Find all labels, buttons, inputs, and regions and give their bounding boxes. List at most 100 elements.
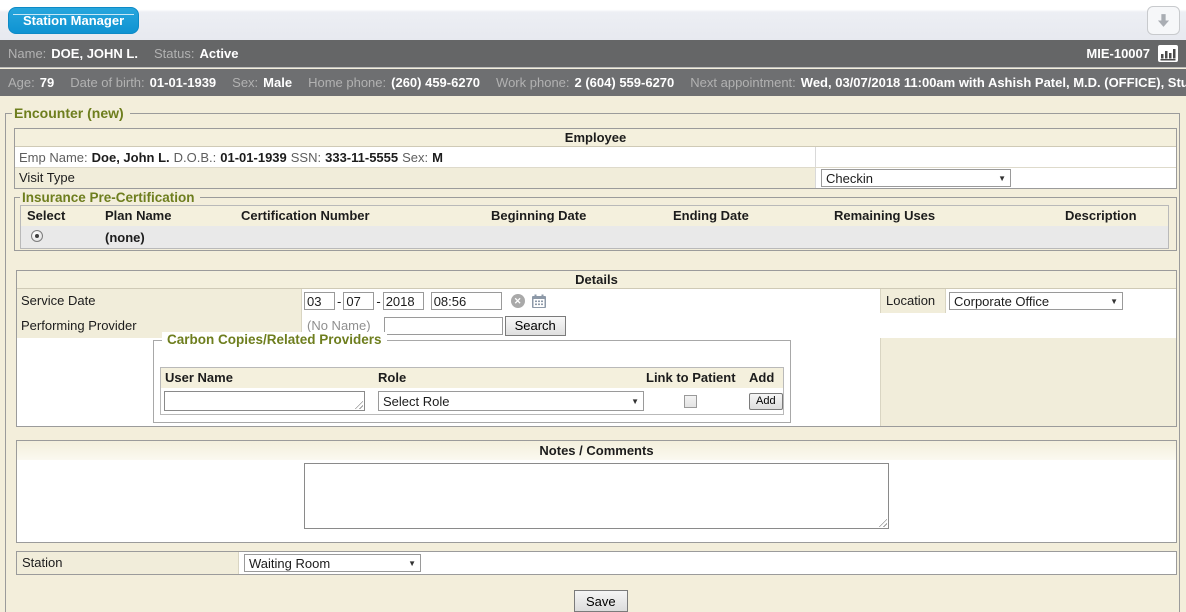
patient-name: DOE, JOHN L. <box>51 46 138 61</box>
emp-name-label: Emp Name: <box>19 150 88 165</box>
save-button[interactable]: Save <box>574 590 628 612</box>
col-description: Description <box>1061 206 1168 226</box>
patient-status: Active <box>199 46 238 61</box>
carbon-copies-legend: Carbon Copies/Related Providers <box>162 332 387 347</box>
work-phone-value: 2 (604) 559-6270 <box>575 75 675 90</box>
col-remaining-uses: Remaining Uses <box>830 206 1061 226</box>
download-icon <box>1156 13 1171 28</box>
service-date-row: Service Date - - ✕ Location Corporate Of… <box>17 289 1176 313</box>
location-cell: Corporate Office ▼ <box>946 289 1176 313</box>
calendar-icon[interactable] <box>531 294 547 309</box>
visit-type-label: Visit Type <box>15 168 816 188</box>
patient-bar: Name: DOE, JOHN L. Status: Active MIE-10… <box>0 40 1186 68</box>
station-section: Station Waiting Room ▼ <box>16 551 1177 575</box>
details-header: Details <box>17 271 1176 289</box>
download-button[interactable] <box>1147 6 1180 35</box>
details-right-filler <box>880 338 1176 426</box>
employee-info-cell: Emp Name: Doe, John L. D.O.B.: 01-01-193… <box>15 147 816 167</box>
home-phone-label: Home phone: <box>308 75 386 90</box>
dob-value: 01-01-1939 <box>150 75 217 90</box>
sex-value: Male <box>263 75 292 90</box>
service-month-input[interactable] <box>304 292 335 310</box>
insurance-section: Select Plan Name Certification Number Be… <box>14 197 1177 251</box>
carbon-header-row: User Name Role Link to Patient Add <box>161 368 783 388</box>
role-select[interactable]: Select Role ▼ <box>378 391 644 411</box>
col-cert-number: Certification Number <box>237 206 487 226</box>
add-provider-button[interactable]: Add <box>749 393 783 410</box>
col-add: Add <box>746 368 783 388</box>
station-manager-button[interactable]: Station Manager <box>8 7 139 34</box>
provider-search-button[interactable]: Search <box>505 316 566 336</box>
notes-section: Notes / Comments <box>16 440 1177 543</box>
service-day-input[interactable] <box>343 292 374 310</box>
insurance-table: Select Plan Name Certification Number Be… <box>20 205 1169 249</box>
precert-none-radio[interactable] <box>31 230 43 242</box>
role-selected: Select Role <box>383 394 449 409</box>
location-label: Location <box>880 289 946 313</box>
insurance-header-row: Select Plan Name Certification Number Be… <box>21 206 1168 226</box>
provider-search-input[interactable] <box>384 317 503 335</box>
work-phone-label: Work phone: <box>496 75 569 90</box>
insurance-legend: Insurance Pre-Certification <box>20 190 200 205</box>
chevron-down-icon: ▼ <box>998 174 1006 183</box>
col-beginning-date: Beginning Date <box>487 206 669 226</box>
top-bar: Station Manager <box>0 0 1186 40</box>
age-label: Age: <box>8 75 35 90</box>
col-select: Select <box>21 206 101 226</box>
next-appt-label: Next appointment: <box>690 75 796 90</box>
carbon-data-row: Select Role ▼ Add <box>161 388 783 414</box>
provider-empty-text: (No Name) <box>307 318 371 333</box>
station-selected: Waiting Room <box>249 556 330 571</box>
chevron-down-icon: ▼ <box>631 397 639 406</box>
carbon-copies-row: Carbon Copies/Related Providers User Nam… <box>17 338 1176 426</box>
notes-textarea[interactable] <box>304 463 889 529</box>
emp-ssn-value: 333-11-5555 <box>325 150 398 165</box>
chart-id: MIE-10007 <box>1086 46 1150 61</box>
emp-dob-value: 01-01-1939 <box>220 150 287 165</box>
carbon-copies-table: User Name Role Link to Patient Add Selec… <box>160 367 784 415</box>
name-label: Name: <box>8 46 46 61</box>
visit-type-row: Visit Type Checkin ▼ <box>15 168 1176 188</box>
service-time-input[interactable] <box>431 292 502 310</box>
station-select[interactable]: Waiting Room ▼ <box>244 554 421 572</box>
demographics-bar: Age: 79 Date of birth: 01-01-1939 Sex: M… <box>0 69 1186 96</box>
date-separator: - <box>376 294 380 309</box>
employee-section: Employee Emp Name: Doe, John L. D.O.B.: … <box>14 128 1177 189</box>
carbon-copies-fieldset: Carbon Copies/Related Providers User Nam… <box>153 340 791 423</box>
notes-header: Notes / Comments <box>17 441 1176 460</box>
chevron-down-icon: ▼ <box>1110 297 1118 306</box>
emp-dob-label: D.O.B.: <box>174 150 217 165</box>
flowsheet-chart-icon[interactable] <box>1158 45 1178 62</box>
col-plan-name: Plan Name <box>101 206 237 226</box>
performing-provider-cell: (No Name) Search <box>302 316 880 336</box>
col-ending-date: Ending Date <box>669 206 830 226</box>
visit-type-selected: Checkin <box>826 171 873 186</box>
sex-label: Sex: <box>232 75 258 90</box>
employee-header: Employee <box>15 129 1176 147</box>
insurance-data-row: (none) <box>21 226 1168 248</box>
precert-plan-name: (none) <box>101 230 237 245</box>
chevron-down-icon: ▼ <box>408 559 416 568</box>
details-section: Details Service Date - - ✕ Location Corp… <box>16 270 1177 427</box>
emp-sex-value: M <box>432 150 443 165</box>
carbon-copies-cell: Carbon Copies/Related Providers User Nam… <box>17 338 880 426</box>
user-name-input[interactable] <box>164 391 365 411</box>
col-link-to-patient: Link to Patient <box>642 368 746 388</box>
location-select[interactable]: Corporate Office ▼ <box>949 292 1123 310</box>
age-value: 79 <box>40 75 54 90</box>
date-separator: - <box>337 294 341 309</box>
service-year-input[interactable] <box>383 292 424 310</box>
employee-info-row: Emp Name: Doe, John L. D.O.B.: 01-01-193… <box>15 147 1176 168</box>
col-role: Role <box>374 368 642 388</box>
station-label: Station <box>17 552 239 574</box>
next-appt-value: Wed, 03/07/2018 11:00am with Ashish Pate… <box>801 75 1186 90</box>
clear-date-icon[interactable]: ✕ <box>511 294 525 308</box>
emp-sex-label: Sex: <box>402 150 428 165</box>
emp-ssn-label: SSN: <box>291 150 321 165</box>
link-to-patient-checkbox[interactable] <box>684 395 697 408</box>
service-date-cell: - - ✕ <box>302 289 880 313</box>
location-selected: Corporate Office <box>954 294 1049 309</box>
visit-type-select[interactable]: Checkin ▼ <box>821 169 1011 187</box>
dob-label: Date of birth: <box>70 75 144 90</box>
home-phone-value: (260) 459-6270 <box>391 75 480 90</box>
